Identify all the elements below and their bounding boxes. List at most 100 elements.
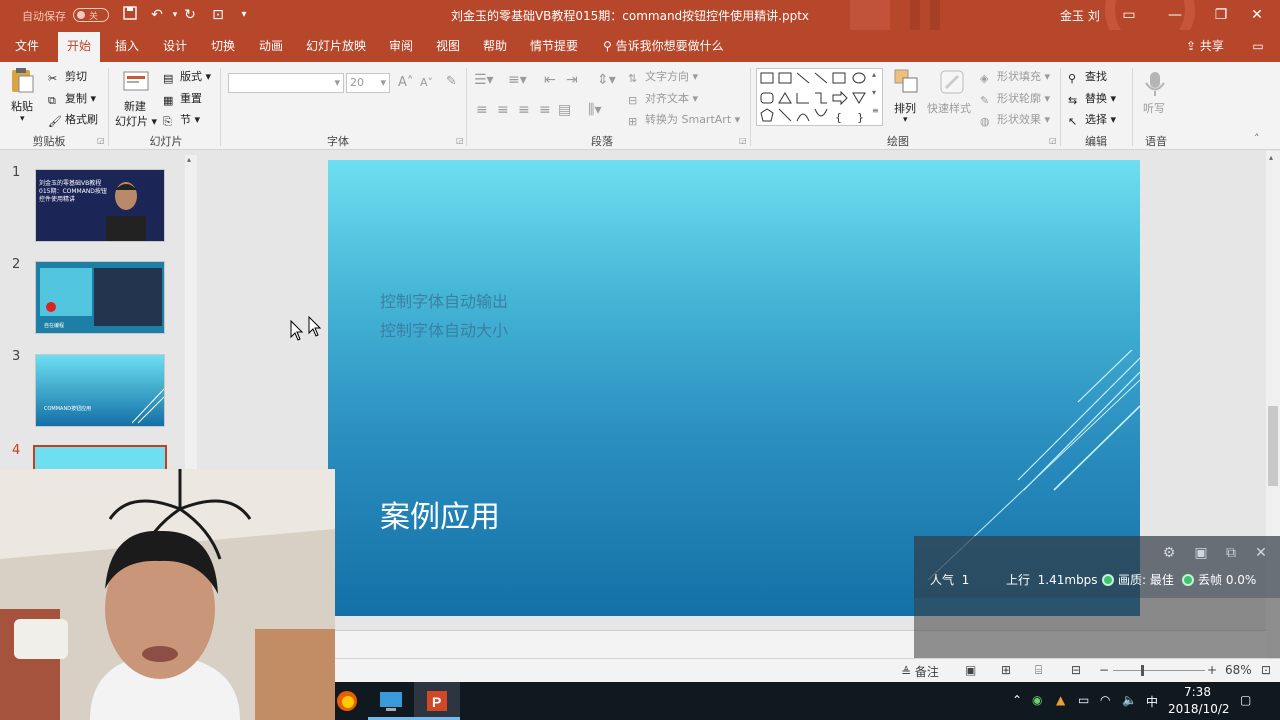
shape-outline-button[interactable]: ✎ 形状轮廓 ▾ — [980, 90, 1050, 107]
align-center-icon[interactable]: ≡ — [497, 102, 509, 118]
microphone-icon[interactable] — [1141, 70, 1169, 98]
popout-icon[interactable]: ⧉ — [1222, 544, 1240, 562]
undo-icon[interactable]: ↶ — [148, 6, 166, 24]
scroll-up-icon[interactable]: ▴ — [1269, 153, 1273, 162]
decrease-indent-icon[interactable]: ⇤ — [544, 72, 556, 88]
dictate-label[interactable]: 听写 — [1143, 100, 1165, 116]
slideshow-view-icon[interactable]: ⊟ — [1071, 663, 1081, 677]
line-spacing-icon[interactable]: ⇕▾ — [597, 72, 616, 88]
tab-file[interactable]: 文件 — [6, 30, 48, 62]
font-launcher-icon[interactable]: ◲ — [456, 136, 464, 145]
gallery-down-icon[interactable]: ▾ — [872, 88, 876, 97]
numbering-icon[interactable]: ≡▾ — [508, 72, 527, 88]
layout-button[interactable]: ▤ 版式 ▾ — [163, 68, 211, 85]
slide-text-line1[interactable]: 控制字体自动输出 — [380, 288, 508, 312]
shrink-font-icon[interactable]: A˅ — [420, 76, 433, 89]
zoom-slider-track[interactable] — [1113, 670, 1205, 671]
arrange-dropdown-icon[interactable]: ▾ — [903, 115, 908, 125]
tab-animations[interactable]: 动画 — [250, 30, 292, 62]
tab-help[interactable]: 帮助 — [474, 30, 516, 62]
shape-fill-button[interactable]: ◈ 形状填充 ▾ — [980, 68, 1050, 85]
normal-view-icon[interactable]: ▣ — [965, 663, 976, 677]
wechat-icon[interactable]: ◉ — [1032, 693, 1042, 707]
zoom-slider-thumb[interactable] — [1141, 665, 1144, 676]
scroll-up-icon[interactable]: ▴ — [187, 155, 191, 164]
paragraph-launcher-icon[interactable]: ◲ — [739, 136, 747, 145]
slide-text-line2[interactable]: 控制字体自动大小 — [380, 317, 508, 341]
slide-thumbnail-1[interactable]: 刘金玉的零基础VB教程015期：COMMAND按钮控件使用精讲 — [35, 169, 165, 242]
align-text-button[interactable]: ⊟ 对齐文本 ▾ — [628, 90, 698, 107]
show-hidden-icons-icon[interactable]: ⌃ — [1012, 693, 1022, 707]
clear-formatting-icon[interactable]: ✎ — [446, 74, 457, 89]
slide-heading[interactable]: 案例应用 — [380, 492, 500, 536]
paste-icon[interactable] — [8, 66, 36, 94]
app-tray-icon[interactable]: ▲ — [1056, 693, 1065, 707]
slide-thumbnail-3[interactable]: COMMAND按钮应用 — [35, 354, 165, 427]
autosave-toggle[interactable]: 关 — [73, 8, 109, 22]
reading-view-icon[interactable]: ⌸ — [1035, 663, 1042, 678]
notifications-icon[interactable]: ▢ — [1240, 693, 1251, 707]
shape-effects-button[interactable]: ◍ 形状效果 ▾ — [980, 111, 1050, 128]
bullets-icon[interactable]: ☰▾ — [474, 72, 494, 88]
smartart-button[interactable]: ⊞ 转换为 SmartArt ▾ — [628, 111, 740, 128]
reset-button[interactable]: ▦ 重置 — [163, 90, 202, 107]
text-direction-button[interactable]: ⇅ 文字方向 ▾ — [628, 68, 698, 85]
increase-indent-icon[interactable]: ⇥ — [566, 72, 578, 88]
zoom-out-icon[interactable]: − — [1099, 663, 1109, 677]
gear-icon[interactable]: ⚙ — [1160, 544, 1178, 562]
tab-home[interactable]: 开始 — [58, 32, 100, 62]
zoom-in-icon[interactable]: + — [1207, 663, 1217, 677]
gallery-up-icon[interactable]: ▴ — [872, 70, 876, 79]
arrange-label[interactable]: 排列 — [894, 100, 916, 116]
zoom-level[interactable]: 68% — [1225, 663, 1252, 677]
save-icon[interactable] — [121, 6, 139, 24]
new-slide-icon[interactable] — [122, 68, 150, 96]
clock-time[interactable]: 7:38 — [1184, 685, 1211, 699]
tab-storyboarding[interactable]: 情节提要 — [524, 30, 584, 62]
paste-dropdown-icon[interactable]: ▾ — [20, 114, 25, 124]
grow-font-icon[interactable]: A˄ — [398, 75, 413, 90]
clock-date[interactable]: 2018/10/2 — [1168, 702, 1230, 716]
select-button[interactable]: ↖ 选择 ▾ — [1068, 111, 1116, 128]
clipboard-launcher-icon[interactable]: ◲ — [97, 136, 105, 145]
slide-thumbnail-2[interactable]: 自在编程 — [35, 261, 165, 334]
gallery-more-icon[interactable]: ≡ — [872, 106, 879, 115]
notes-button[interactable]: ≜ 备注 — [901, 663, 939, 680]
tab-slideshow[interactable]: 幻灯片放映 — [300, 30, 372, 62]
minimize-icon[interactable]: — — [1152, 0, 1198, 30]
format-painter-button[interactable]: 🖌 格式刷 — [48, 111, 98, 128]
align-right-icon[interactable]: ≡ — [518, 102, 530, 118]
scroll-thumb[interactable] — [1268, 406, 1278, 486]
replace-button[interactable]: ⇆ 替换 ▾ — [1068, 90, 1116, 107]
justify-icon[interactable]: ≡ — [539, 102, 551, 118]
copy-button[interactable]: ⧉ 复制 ▾ — [48, 90, 96, 107]
comments-icon[interactable]: ▭ — [1248, 30, 1268, 62]
network-icon[interactable]: ◠ — [1100, 693, 1110, 707]
distributed-icon[interactable]: ▤ — [558, 102, 571, 118]
columns-icon[interactable]: ⫼▾ — [588, 102, 601, 118]
new-slide-label1[interactable]: 新建 — [124, 98, 146, 114]
new-slide-label2[interactable]: 幻灯片 ▾ — [115, 113, 157, 129]
share-button[interactable]: ⇪ 共享 — [1186, 30, 1224, 62]
arrange-icon[interactable] — [893, 68, 921, 96]
battery-icon[interactable]: ▭ — [1078, 693, 1089, 707]
remote-desktop-icon[interactable] — [368, 682, 414, 720]
close-icon[interactable]: ✕ — [1234, 0, 1280, 30]
close-icon[interactable]: ✕ — [1252, 544, 1270, 562]
folder-icon[interactable]: ▣ — [1192, 544, 1210, 562]
tab-insert[interactable]: 插入 — [106, 30, 148, 62]
font-size-combo[interactable]: 20 ▾ — [346, 73, 390, 93]
tab-design[interactable]: 设计 — [154, 30, 196, 62]
shapes-gallery[interactable]: {} — [756, 68, 883, 126]
find-button[interactable]: ⚲ 查找 — [1068, 68, 1107, 85]
customize-qat-icon[interactable]: ▾ — [235, 6, 253, 24]
ribbon-display-icon[interactable]: ▭ — [1106, 0, 1152, 30]
thumbnails-scrollbar[interactable]: ▴ — [185, 155, 197, 469]
volume-icon[interactable]: 🔈 — [1122, 693, 1137, 707]
tab-transitions[interactable]: 切换 — [202, 30, 244, 62]
font-name-combo[interactable]: ▾ — [228, 73, 344, 93]
slide-sorter-icon[interactable]: ⊞ — [1001, 663, 1011, 677]
tab-view[interactable]: 视图 — [427, 30, 469, 62]
user-name[interactable]: 金玉 刘 — [1060, 7, 1100, 24]
tell-me-search[interactable]: ⚲ 告诉我你想要做什么 — [603, 30, 724, 62]
